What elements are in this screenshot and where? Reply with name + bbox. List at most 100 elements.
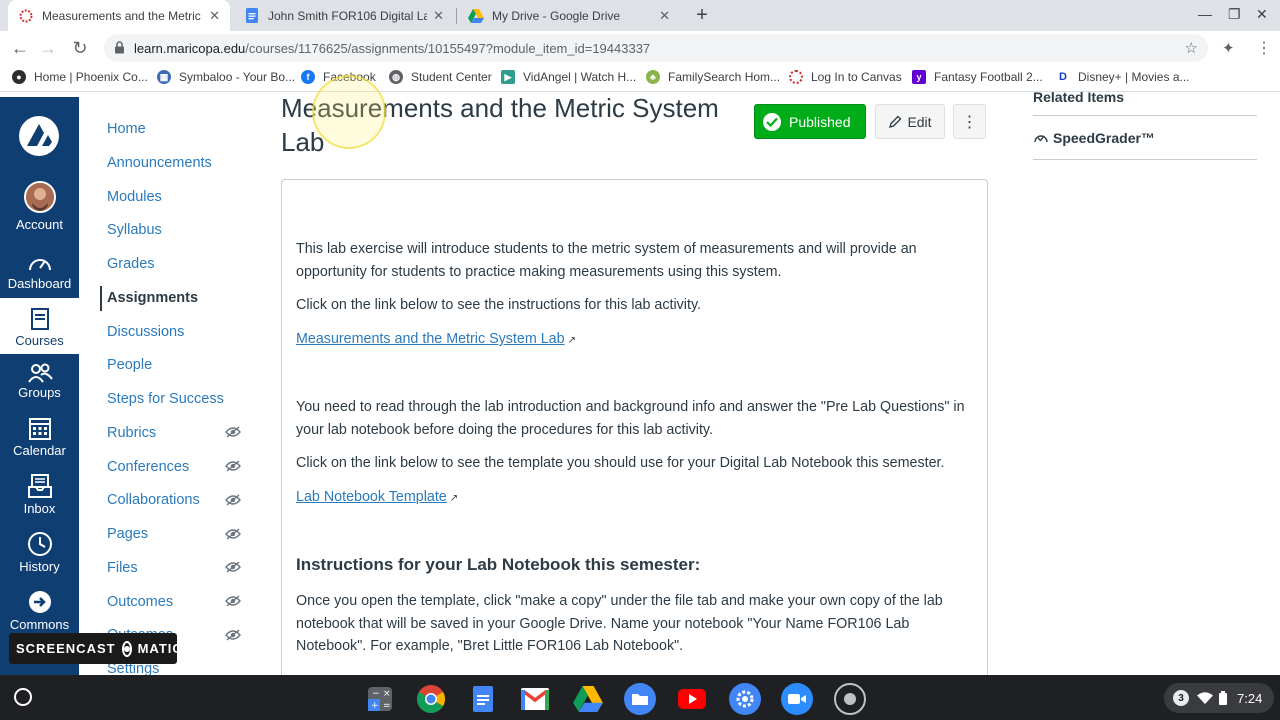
vidangel-icon: ▶ [501, 70, 515, 84]
close-window-icon[interactable]: ✕ [1256, 6, 1268, 23]
lab-instructions-link[interactable]: Measurements and the Metric System Lab [296, 331, 565, 347]
course-nav-people[interactable]: People [107, 357, 152, 373]
edit-button[interactable]: Edit [875, 104, 945, 139]
nav-groups[interactable]: Groups [0, 363, 79, 400]
bookmark-label: Home | Phoenix Co... [34, 70, 148, 84]
course-nav-collaborations[interactable]: Collaborations [107, 492, 200, 508]
globe-icon: ◍ [389, 70, 403, 84]
url-path: /courses/1176625/assignments/10155497?mo… [245, 40, 651, 56]
reload-icon[interactable]: ↻ [70, 38, 90, 59]
course-nav-modules[interactable]: Modules [107, 189, 162, 205]
description-paragraph: This lab exercise will introduce student… [296, 241, 917, 280]
bookmark-item[interactable]: D Disney+ | Movies a... [1056, 70, 1190, 84]
url-host: learn.maricopa.edu [134, 40, 246, 56]
bookmark-item[interactable]: y Fantasy Football 2... [912, 70, 1043, 84]
bookmark-item[interactable]: ● Home | Phoenix Co... [12, 70, 148, 84]
extensions-icon[interactable]: ✦ [1222, 39, 1235, 57]
tab-canvas-assignment[interactable]: Measurements and the Metric Sy ✕ [8, 0, 230, 31]
google-docs-icon [244, 8, 260, 24]
course-nav-grades[interactable]: Grades [107, 256, 155, 272]
bookmark-item[interactable]: ▶ VidAngel | Watch H... [501, 70, 636, 84]
tab-label: Measurements and the Metric Sy [42, 8, 204, 23]
screencast-app-icon[interactable] [834, 683, 866, 715]
description-paragraph: Click on the link below to see the templ… [296, 455, 945, 471]
course-nav-rubrics[interactable]: Rubrics [107, 425, 156, 441]
back-icon[interactable]: ← [10, 38, 30, 59]
maricopa-logo-icon[interactable] [18, 115, 60, 157]
url-input[interactable]: learn.maricopa.edu/courses/1176625/assig… [104, 34, 1208, 62]
launcher-icon[interactable] [14, 688, 32, 706]
lab-notebook-template-link[interactable]: Lab Notebook Template [296, 489, 447, 505]
tab-google-drive[interactable]: My Drive - Google Drive ✕ [458, 0, 680, 31]
minimize-icon[interactable]: — [1198, 6, 1212, 22]
description-paragraph: Measurements and the Metric System Lab ↗ [296, 328, 976, 353]
google-docs-app-icon[interactable] [467, 683, 499, 715]
new-tab-icon[interactable]: + [692, 4, 712, 27]
tab-close-icon[interactable]: ✕ [433, 8, 444, 24]
nav-dashboard[interactable]: Dashboard [0, 252, 79, 291]
chrome-app-icon[interactable] [415, 683, 447, 715]
tab-close-icon[interactable]: ✕ [209, 8, 220, 24]
browser-menu-icon[interactable]: ⋮ [1256, 38, 1272, 58]
bookmark-item[interactable]: ♣ FamilySearch Hom... [646, 70, 780, 84]
speedgrader-link[interactable]: SpeedGrader™ [1033, 130, 1257, 160]
calculator-app-icon[interactable]: − × = + [364, 683, 396, 715]
more-options-button[interactable]: ⋮ [953, 104, 986, 139]
course-nav-files[interactable]: Files [107, 560, 138, 576]
tab-close-icon[interactable]: ✕ [659, 8, 670, 24]
course-nav-assignments[interactable]: Assignments [107, 290, 198, 306]
disney-icon: D [1056, 70, 1070, 84]
settings-app-icon[interactable] [729, 683, 761, 715]
canvas-icon [789, 70, 803, 84]
published-button[interactable]: Published [754, 104, 866, 139]
symbaloo-icon: ▦ [157, 70, 171, 84]
course-nav-home[interactable]: Home [107, 121, 146, 137]
edit-label: Edit [907, 113, 932, 130]
nav-commons[interactable]: Commons [0, 589, 79, 632]
google-drive-app-icon[interactable] [572, 683, 604, 715]
gmail-app-icon[interactable] [519, 683, 551, 715]
course-nav-announcements[interactable]: Announcements [107, 155, 212, 171]
restore-icon[interactable]: ❐ [1228, 6, 1241, 23]
external-link-icon: ↗ [567, 335, 576, 346]
tab-digital-lab[interactable]: John Smith FOR106 Digital Lab ✕ [234, 0, 454, 31]
nav-label: History [19, 559, 60, 574]
status-tray[interactable]: 3 7:24 [1164, 683, 1274, 713]
svg-text:+: + [371, 701, 379, 711]
nav-calendar[interactable]: Calendar [0, 415, 79, 458]
inbox-icon [27, 474, 52, 498]
course-nav-pages[interactable]: Pages [107, 526, 148, 542]
os-shelf: − × = + 3 7:24 [0, 675, 1280, 720]
course-nav-conferences[interactable]: Conferences [107, 459, 189, 475]
files-app-icon[interactable] [624, 683, 656, 715]
hidden-eye-icon [225, 460, 241, 472]
course-nav-syllabus[interactable]: Syllabus [107, 222, 162, 238]
course-nav-outcomes[interactable]: Outcomes [107, 594, 173, 610]
course-nav-steps-for-success[interactable]: Steps for Success [107, 391, 224, 407]
assignment-content: Measurements and the Metric System Lab P… [281, 93, 988, 689]
zoom-app-icon[interactable] [781, 683, 813, 715]
nav-label: Commons [9, 617, 70, 632]
bookmark-star-icon[interactable]: ☆ [1185, 39, 1198, 57]
hidden-eye-icon [225, 595, 241, 607]
forward-icon[interactable]: → [38, 38, 58, 59]
nav-inbox[interactable]: Inbox [0, 473, 79, 516]
bookmark-item[interactable]: Log In to Canvas [789, 70, 902, 84]
nav-account[interactable]: Account [0, 181, 79, 232]
nav-history[interactable]: History [0, 531, 79, 574]
bookmark-item[interactable]: ▦ Symbaloo - Your Bo... [157, 70, 295, 84]
nav-courses[interactable]: Courses [0, 298, 79, 354]
svg-text:−: − [372, 689, 380, 699]
nav-label: Dashboard [7, 276, 72, 291]
bookmark-label: Disney+ | Movies a... [1078, 70, 1190, 84]
familysearch-tree-icon: ♣ [646, 70, 660, 84]
course-nav-discussions[interactable]: Discussions [107, 324, 184, 340]
youtube-app-icon[interactable] [676, 683, 708, 715]
facebook-icon: f [301, 70, 315, 84]
external-link-icon: ↗ [449, 493, 459, 504]
bookmark-item[interactable]: ◍ Student Center [389, 70, 492, 84]
global-navigation: Account Dashboard Courses Groups Calenda… [0, 97, 79, 675]
cursor-highlight [312, 75, 386, 149]
yahoo-icon: y [912, 70, 926, 84]
address-bar-row: ← → ↻ learn.maricopa.edu/courses/1176625… [0, 31, 1280, 65]
